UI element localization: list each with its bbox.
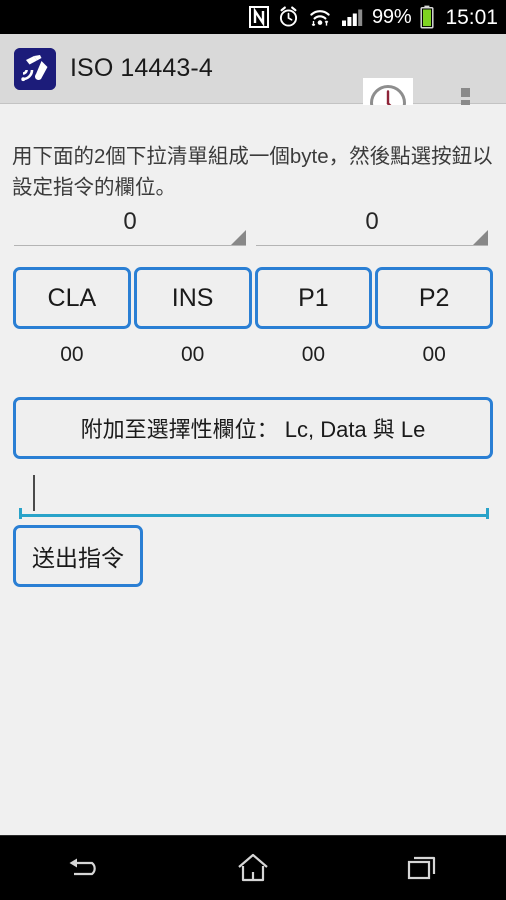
alarm-icon — [279, 6, 298, 27]
signal-icon — [342, 9, 363, 26]
field-value-row: 00 00 00 00 — [13, 343, 493, 367]
cla-button[interactable]: CLA — [13, 267, 131, 329]
nfc-icon — [249, 6, 269, 28]
ins-button[interactable]: INS — [133, 267, 252, 329]
send-command-button[interactable]: 送出指令 — [13, 525, 143, 587]
spinner-low-nibble-underline — [256, 245, 488, 246]
ins-value: 00 — [180, 343, 205, 366]
instruction-label: 用下面的2個下拉清單組成一個byte，然後點選按鈕以設定指令的欄位。 — [12, 145, 493, 199]
page-title: ISO 14443-4 — [70, 54, 213, 82]
spinner-low-nibble[interactable]: 0 — [256, 208, 488, 246]
append-optional-fields-button[interactable]: 附加至選擇性欄位： Lc, Data 與 Le — [13, 397, 493, 459]
phone-screen: 99% 15:01 ISO 14443-4 用下面的2個下拉清單組成一個byte… — [0, 0, 506, 900]
input-underline-tick-right — [486, 508, 489, 519]
field-button-row: CLA INS P1 P2 — [13, 267, 493, 329]
back-icon[interactable] — [42, 840, 126, 896]
status-bar: 99% 15:01 — [0, 0, 506, 34]
app-bar: ISO 14443-4 — [0, 34, 506, 128]
input-underline-tick-left — [19, 508, 22, 519]
overflow-dot-1 — [460, 88, 470, 97]
p1-value: 00 — [301, 343, 326, 366]
home-icon[interactable] — [211, 840, 295, 896]
chevron-down-icon — [473, 230, 488, 245]
command-input-wrapper — [19, 473, 489, 519]
status-clock-label: 15:01 — [445, 5, 498, 29]
spinner-low-nibble-value: 0 — [365, 208, 379, 235]
battery-percent-label: 99% — [372, 6, 412, 28]
cla-value: 00 — [60, 343, 84, 366]
spinner-high-nibble[interactable]: 0 — [14, 208, 246, 246]
p2-button[interactable]: P2 — [375, 267, 493, 329]
battery-icon — [420, 5, 434, 29]
wifi-icon — [310, 10, 330, 27]
nfc-tools-app-icon — [14, 47, 56, 90]
command-input[interactable] — [19, 473, 489, 517]
spinner-high-nibble-value: 0 — [123, 208, 137, 235]
p1-button[interactable]: P1 — [254, 267, 373, 329]
text-caret — [33, 475, 35, 511]
spinner-high-nibble-underline — [14, 245, 246, 246]
chevron-down-icon — [231, 230, 246, 245]
android-nav-bar — [0, 835, 506, 900]
p2-value: 00 — [422, 343, 446, 366]
recents-icon[interactable] — [380, 840, 464, 896]
main-content: 用下面的2個下拉清單組成一個byte，然後點選按鈕以設定指令的欄位。 0 0 C… — [0, 105, 506, 835]
